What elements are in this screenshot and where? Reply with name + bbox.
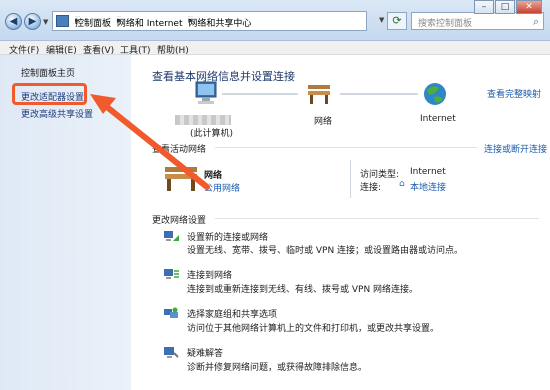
internet-globe-icon[interactable] bbox=[424, 83, 446, 105]
network-map bbox=[195, 81, 446, 105]
local-connection-icon: ⌂ bbox=[399, 179, 405, 189]
breadcrumb-separator[interactable]: ▸ bbox=[116, 16, 122, 26]
minimize-button[interactable]: – bbox=[474, 0, 494, 14]
access-type-value: Internet bbox=[410, 167, 446, 177]
computer-icon[interactable] bbox=[195, 81, 217, 104]
active-network-name: 网络 bbox=[204, 171, 223, 181]
maximize-button[interactable]: □ bbox=[495, 0, 515, 14]
troubleshoot-desc: 诊断并修复网络问题，或获得故障排除信息。 bbox=[187, 363, 368, 373]
troubleshoot-icon bbox=[164, 347, 179, 358]
network-type-link[interactable]: 公用网络 bbox=[204, 181, 240, 194]
vertical-divider bbox=[350, 160, 351, 198]
sidebar: 控制面板主页 更改适配器设置 更改高级共享设置 bbox=[0, 55, 131, 390]
breadcrumb-separator[interactable]: ▸ bbox=[188, 16, 193, 26]
control-panel-icon bbox=[56, 15, 69, 27]
breadcrumb-network-internet[interactable]: 网络和 Internet bbox=[117, 19, 183, 29]
homegroup-icon bbox=[164, 307, 178, 318]
breadcrumb-control-panel[interactable]: 控制面板 bbox=[75, 19, 111, 29]
breadcrumb-network-sharing-center[interactable]: 网络和共享中心 bbox=[188, 19, 251, 29]
internet-label: Internet bbox=[420, 114, 456, 124]
connect-disconnect-link[interactable]: 连接或断开连接 bbox=[484, 142, 547, 155]
active-network-bench-icon bbox=[165, 167, 197, 191]
new-connection-icon bbox=[164, 231, 179, 241]
connect-to-network-desc: 连接到或重新连接到无线、有线、拨号或 VPN 网络连接。 bbox=[187, 285, 419, 295]
troubleshoot-link[interactable]: 疑难解答 bbox=[187, 346, 223, 359]
menu-bar: 文件(F) 编辑(E) 查看(V) 工具(T) 帮助(H) bbox=[0, 41, 550, 56]
homegroup-sharing-link[interactable]: 选择家庭组和共享选项 bbox=[187, 307, 277, 320]
breadcrumb-separator: ▸ bbox=[75, 16, 80, 26]
computer-label: (此计算机) bbox=[190, 129, 234, 139]
forward-button[interactable]: ▶ bbox=[24, 13, 41, 30]
setup-connection-desc: 设置无线、宽带、拨号、临时或 VPN 连接；或设置路由器或访问点。 bbox=[187, 246, 464, 256]
search-icon[interactable]: ⌕ bbox=[533, 15, 539, 29]
address-bar[interactable]: ▸ 控制面板 ▸ 网络和 Internet ▸ 网络和共享中心 bbox=[52, 11, 367, 31]
back-button[interactable]: ◀ bbox=[5, 13, 22, 30]
connect-to-network-link[interactable]: 连接到网络 bbox=[187, 268, 232, 281]
address-dropdown-icon[interactable]: ▼ bbox=[379, 16, 384, 24]
breadcrumb: ▸ 控制面板 ▸ 网络和 Internet ▸ 网络和共享中心 bbox=[75, 16, 254, 29]
view-full-map-link[interactable]: 查看完整映射 bbox=[487, 87, 541, 100]
change-settings-title: 更改网络设置 bbox=[152, 216, 207, 226]
search-placeholder: 搜索控制面板 bbox=[418, 19, 473, 29]
close-button[interactable]: ✕ bbox=[516, 0, 542, 14]
sidebar-item-change-advanced-sharing[interactable]: 更改高级共享设置 bbox=[21, 107, 93, 120]
section-divider bbox=[215, 218, 539, 219]
active-networks-title: 查看活动网络 bbox=[152, 145, 207, 155]
connections-label: 连接: bbox=[360, 183, 382, 193]
local-connection-link[interactable]: 本地连接 bbox=[410, 180, 446, 193]
network-bench-icon[interactable] bbox=[308, 85, 330, 104]
search-input[interactable]: 搜索控制面板 ⌕ bbox=[411, 12, 544, 30]
network-label: 网络 bbox=[314, 117, 333, 127]
connect-network-icon bbox=[164, 269, 179, 279]
homegroup-sharing-desc: 访问位于其他网络计算机上的文件和打印机，或更改共享设置。 bbox=[187, 324, 440, 334]
section-divider bbox=[215, 147, 477, 148]
window-titlebar: ◀ ▶ ▼ ▸ 控制面板 ▸ 网络和 Internet ▸ 网络和共享中心 ▼ … bbox=[0, 0, 550, 41]
refresh-button[interactable]: ⟳ bbox=[387, 12, 407, 30]
computer-name-redacted bbox=[175, 115, 231, 125]
highlight-box bbox=[12, 83, 87, 105]
sidebar-item-control-panel-home[interactable]: 控制面板主页 bbox=[21, 66, 75, 79]
history-dropdown-icon[interactable]: ▼ bbox=[43, 18, 48, 26]
access-type-label: 访问类型: bbox=[360, 170, 400, 180]
setup-connection-link[interactable]: 设置新的连接或网络 bbox=[187, 230, 268, 243]
